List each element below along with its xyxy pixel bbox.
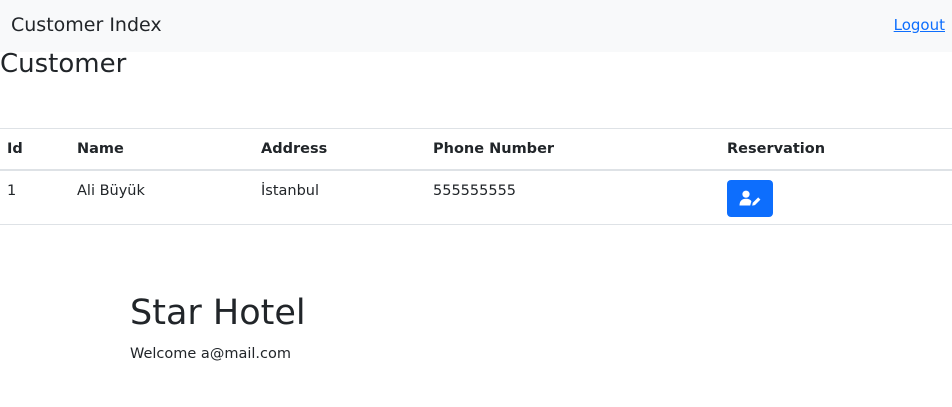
reservation-button[interactable] [727,179,773,217]
page-title: Customer [0,49,127,79]
column-header-reservation: Reservation [727,140,826,157]
navbar-brand[interactable]: Customer Index [11,13,162,37]
welcome-message: Welcome a@mail.com [130,346,291,362]
column-header-phone-number: Phone Number [433,140,555,157]
customer-table: Id Name Address Phone Number Reservation… [0,128,952,225]
cell-reservation [720,170,952,225]
customer-table-container: Id Name Address Phone Number Reservation… [0,128,952,225]
cell-name: Ali Büyük [77,182,145,199]
cell-id: 1 [7,182,17,199]
cell-address: İstanbul [261,182,320,199]
column-header-name: Name [77,140,124,157]
navbar: Customer Index Logout [0,0,952,52]
logout-link[interactable]: Logout [894,15,945,35]
table-header-row: Id Name Address Phone Number Reservation [0,128,952,170]
user-edit-icon [739,190,761,206]
cell-phone: 555555555 [433,182,517,199]
table-row: 1 Ali Büyük İstanbul 555555555 [0,170,952,225]
column-header-id: Id [7,140,23,157]
column-header-address: Address [261,140,328,157]
hero-title: Star Hotel [130,293,306,333]
